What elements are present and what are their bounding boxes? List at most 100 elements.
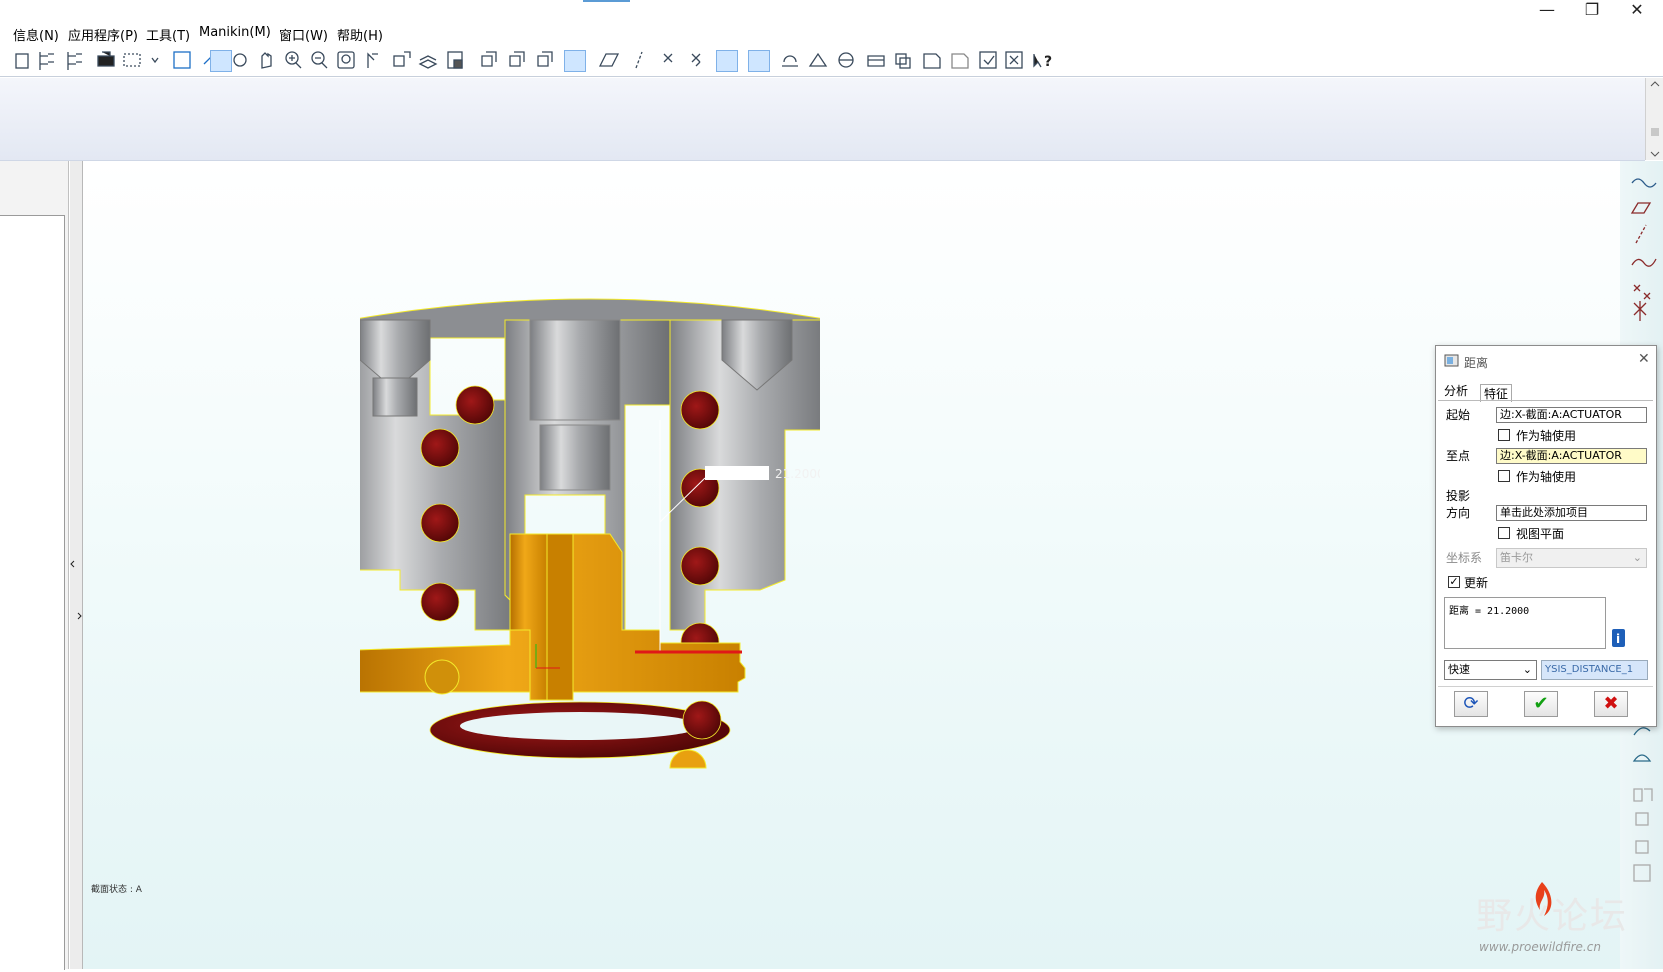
flame-icon (1535, 882, 1552, 916)
dialog-close-icon[interactable]: ✕ (1638, 351, 1650, 367)
axis-tool-icon (1635, 224, 1647, 244)
select-dropdown-icon (151, 57, 159, 64)
menu-info[interactable]: 信息(N) (13, 25, 59, 44)
context-help-icon (1033, 54, 1042, 68)
update-label: 更新 (1464, 576, 1489, 590)
document-icon (923, 53, 941, 69)
close-window-button[interactable]: ✕ (1614, 0, 1660, 20)
toolbar-icons: ? (15, 51, 1052, 70)
result-display: 距离 = 21.2000 (1444, 597, 1606, 649)
menu-help[interactable]: 帮助(H) (337, 25, 383, 44)
mirror-tool-icon (1633, 788, 1653, 802)
menu-tools[interactable]: 工具(T) (146, 25, 190, 44)
svg-text:i: i (1616, 632, 1620, 646)
mass-properties-icon (899, 57, 911, 69)
zoom-in-icon (289, 55, 302, 69)
csys-label: 坐标系 (1446, 551, 1483, 565)
datum-axis-icon (635, 51, 643, 69)
shading-toggle[interactable] (564, 50, 586, 72)
to-axis-label: 作为轴使用 (1516, 470, 1577, 484)
spring-bottom-hole (460, 712, 700, 740)
menu-manikin[interactable]: Manikin(M) (199, 25, 271, 40)
annotation-toggle[interactable] (716, 50, 738, 72)
from-label: 起始 (1446, 408, 1471, 422)
sketch-tool-icon (1631, 178, 1657, 188)
orient-icon (233, 53, 247, 67)
update-checkbox[interactable]: ✓ (1448, 576, 1460, 588)
from-reference-field[interactable]: 边:X-截面:A:ACTUATOR (1496, 407, 1647, 423)
csys-tool-icon (1633, 301, 1647, 321)
ribbon-area (0, 78, 1645, 161)
paste-icon (15, 53, 29, 69)
grid-tool-icon (1633, 864, 1651, 882)
actuator-coil-section (424, 659, 460, 695)
model-tree-pane[interactable] (0, 215, 65, 970)
spin-center-toggle[interactable] (210, 50, 232, 72)
direction-label: 方向 (1446, 506, 1471, 520)
tab-analysis[interactable]: 分析 (1444, 382, 1468, 399)
view-plane-label: 视图平面 (1516, 527, 1565, 541)
left-drill-hole (372, 377, 418, 417)
csys-dropdown: 笛卡尔 ⌄ (1496, 548, 1647, 568)
projection-label: 投影 (1446, 489, 1471, 503)
menu-window[interactable]: 窗口(W) (279, 25, 328, 44)
feature-name-field[interactable]: YSIS_DISTANCE_1 (1541, 660, 1648, 680)
saved-views-icon (404, 51, 411, 58)
view-plane-checkbox[interactable] (1498, 527, 1510, 539)
from-axis-checkbox[interactable] (1498, 429, 1510, 441)
menu-applications[interactable]: 应用程序(P) (68, 25, 138, 44)
to-reference-field[interactable]: 边:X-截面:A:ACTUATOR (1496, 448, 1647, 464)
copy-tool-icon (1635, 812, 1649, 826)
repeat-button[interactable]: ⟳ (1454, 691, 1488, 717)
binoculars-icon (97, 51, 115, 67)
title-accent (583, 0, 630, 2)
mode-value: 快速 (1448, 663, 1470, 676)
center-bore-lower (539, 424, 611, 491)
close-box-icon (1009, 55, 1019, 65)
reorient-icon (367, 52, 378, 68)
no-hidden-icon (537, 51, 553, 67)
from-axis-label: 作为轴使用 (1516, 429, 1577, 443)
transform-icon (867, 55, 885, 67)
document-gray-icon (951, 53, 969, 69)
wireframe-icon (481, 51, 497, 67)
area-icon (782, 55, 798, 67)
ribbon-scrollbar[interactable] (1645, 78, 1663, 160)
info-icon[interactable]: i (1611, 628, 1627, 648)
restore-button[interactable]: ❐ (1569, 0, 1615, 20)
menu-bar: 信息(N) 应用程序(P) 工具(T) Manikin(M) 窗口(W) 帮助(… (0, 0, 1663, 46)
actuator-stem (546, 533, 574, 701)
csys-icon (691, 53, 701, 67)
select-box-icon (123, 53, 141, 67)
hidden-line-icon (509, 51, 525, 67)
section-status-label: 截面状态 : A (91, 885, 142, 895)
distance-dialog: 距离 ✕ 分析 特征 起始 边:X-截面:A:ACTUATOR 作为轴使用 至点… (1435, 345, 1657, 727)
boundary-tool-icon (1632, 754, 1652, 762)
svg-text:?: ? (1044, 54, 1052, 70)
pan-hand-icon (261, 52, 272, 69)
dialog-icon (1444, 354, 1459, 367)
dimension-toggle[interactable] (748, 50, 770, 72)
refit-icon (341, 54, 351, 64)
repaint-icon (173, 51, 191, 69)
datum-plane-icon (598, 53, 620, 67)
forum-url: www.proewildfire.cn (1479, 940, 1601, 954)
minimize-button[interactable]: — (1524, 0, 1570, 20)
dialog-title: 距离 (1464, 356, 1489, 370)
curve-tool-icon (1631, 258, 1657, 267)
check-window-icon (983, 55, 995, 65)
ok-button[interactable]: ✔ (1524, 691, 1558, 717)
projection-field[interactable]: 单击此处添加项目 (1496, 505, 1647, 521)
to-label: 至点 (1446, 449, 1471, 463)
cad-model[interactable]: 21.2000 (360, 290, 820, 780)
checkmark-icon: ✔ (1533, 693, 1549, 714)
cancel-button[interactable]: ✖ (1594, 691, 1628, 717)
mode-chevron-down-icon: ⌄ (1522, 663, 1532, 676)
csys-chevron-down-icon: ⌄ (1632, 551, 1642, 564)
panel-splitter[interactable] (70, 161, 83, 969)
graphics-window[interactable] (83, 161, 1620, 969)
to-axis-checkbox[interactable] (1498, 470, 1510, 482)
surface-tool-icon (1633, 727, 1651, 736)
csys-value: 笛卡尔 (1500, 551, 1533, 564)
mode-dropdown[interactable]: 快速 ⌄ (1444, 660, 1537, 680)
